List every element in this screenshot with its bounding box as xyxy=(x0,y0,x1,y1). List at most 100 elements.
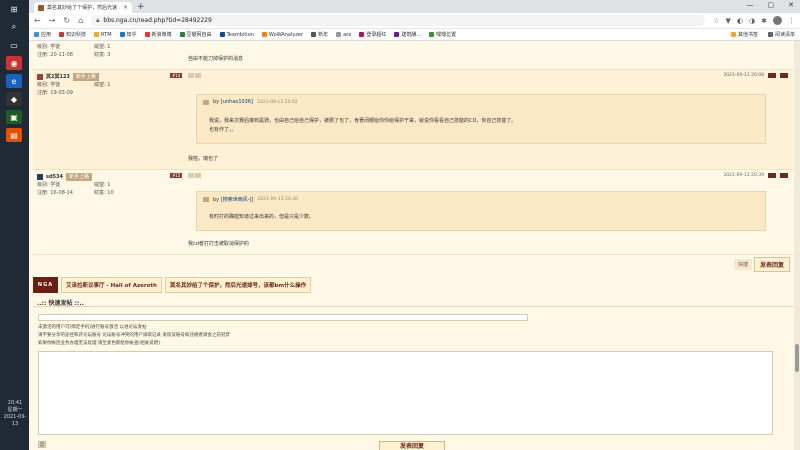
bookmark-icon xyxy=(144,32,150,37)
bookmark-item[interactable]: 登录超红 xyxy=(359,31,386,38)
quote-time: 2021-09-13 20:02 xyxy=(257,99,298,105)
bookmark-item[interactable]: WoWAnalyzer xyxy=(261,32,303,38)
browser-tab[interactable]: 莫名其妙给了个保护，然后光速 × xyxy=(34,2,132,13)
taskbar-clock[interactable]: 20:41 星期一 2021-09-13 xyxy=(2,400,28,428)
bookmark-item[interactable]: ass xyxy=(336,32,351,38)
subject-input[interactable] xyxy=(38,314,528,321)
thread-post: 冥2冥123 新手上路 级别: 学徒 威望: 1 注册: 19-03-09 #14… xyxy=(33,70,793,170)
bookmark-icon xyxy=(311,32,317,37)
quick-reply-hint[interactable]: 快捷 xyxy=(733,259,752,270)
post-date: 2021-09-13 20:08 xyxy=(723,73,788,78)
page-scrollbar[interactable] xyxy=(794,41,800,450)
home-icon[interactable]: ⌂ xyxy=(78,16,83,25)
tab-bar: 莫名其妙给了个保护，然后光速 × + — ▢ ✕ xyxy=(29,0,800,13)
nga-logo[interactable]: NGA xyxy=(33,277,58,293)
profile-avatar[interactable] xyxy=(773,16,782,25)
new-tab-icon[interactable]: + xyxy=(137,2,145,12)
user-level: 学徒 xyxy=(50,82,61,88)
quote-username[interactable]: 搜索世西风-] xyxy=(223,197,252,203)
clock-date: 2021-09-13 xyxy=(3,414,27,427)
emoji-icon[interactable]: ☺ xyxy=(38,441,46,448)
user-level: 学徒 xyxy=(50,44,61,50)
extension-icon[interactable]: ◑ xyxy=(749,17,755,25)
breadcrumb-thread[interactable]: 莫名其妙给了个保护，然后光速掉号，该都bm什么操作 xyxy=(164,277,312,293)
post-reply-button[interactable]: 发表回复 xyxy=(753,257,790,272)
bookmark-item[interactable]: 建筑酬... xyxy=(394,31,421,38)
quote-time: 2021-09-13 20:30 xyxy=(257,197,298,202)
star-icon[interactable]: ☆ xyxy=(713,17,719,25)
bookmark-item[interactable]: RTM xyxy=(94,32,112,38)
bookmark-icon xyxy=(261,32,267,37)
quote-button[interactable] xyxy=(188,73,194,78)
bookmark-item[interactable]: 豆瓣网自由 xyxy=(179,31,212,38)
folder-icon[interactable]: ▤ xyxy=(6,128,22,142)
tab-title: 莫名其妙给了个保护，然后光速 xyxy=(47,5,118,11)
bookmark-icon xyxy=(219,32,225,37)
search-icon[interactable]: ⌕ xyxy=(6,20,22,34)
nga-favicon-icon xyxy=(38,4,44,11)
post-menu-button[interactable] xyxy=(780,73,788,78)
reload-icon[interactable]: ↻ xyxy=(63,16,70,25)
task-view-icon[interactable]: ▭ xyxy=(6,38,22,52)
bookmark-item[interactable]: Teambition xyxy=(219,32,254,38)
lock-icon: 🔒︎ xyxy=(96,16,100,24)
chrome-icon[interactable]: ◉ xyxy=(6,56,22,70)
bookmark-icon xyxy=(394,32,400,37)
quote-button[interactable] xyxy=(188,173,194,178)
bookmark-item[interactable]: 知识科技 xyxy=(59,31,86,38)
start-windows-icon[interactable]: ⊞ xyxy=(6,2,22,16)
user-rank: 1 xyxy=(107,44,111,50)
extension-icon[interactable]: ◐ xyxy=(737,17,743,25)
post-content: 自由不能刀掉保护的消息 xyxy=(188,56,244,62)
floor-number[interactable]: #14 xyxy=(170,73,183,78)
reply-button[interactable] xyxy=(195,173,201,178)
quick-post-form: 未激活的用户可[绑定手机]进行账号激活 以进论坛发帖 请不要分享的途径和开论坛账… xyxy=(33,306,798,450)
quote-username[interactable]: unhao1036 xyxy=(223,99,251,105)
windows-taskbar: ⊞ ⌕ ▭ ◉ e ◆ ▣ ▤ 20:41 星期一 2021-09-13 xyxy=(0,0,29,450)
bookmark-item[interactable]: 新浪微博 xyxy=(144,31,172,38)
bookmark-icon xyxy=(59,32,65,37)
menu-icon[interactable]: ⋮ xyxy=(788,17,795,25)
quote-block: by [unhao1036] 2021-09-13 20:02 我说，我来次赛后… xyxy=(196,94,766,144)
bookmark-item[interactable]: 应用 xyxy=(34,31,51,38)
post-menu-button[interactable] xyxy=(780,173,788,178)
post-content: 我cd者打打击被取消保护的 xyxy=(188,241,249,247)
post-menu-button[interactable] xyxy=(768,173,776,178)
quote-block: by [搜索世西风-]] 2021-09-13 20:30 有时打的确能知道过来… xyxy=(196,191,766,231)
forward-icon[interactable]: → xyxy=(49,16,56,25)
address-bar[interactable]: 🔒︎ bbs.nga.cn/read.php?tid=28492229 xyxy=(91,15,706,26)
window-close-icon[interactable]: ✕ xyxy=(788,1,794,9)
user-register-date: 20-11-08 xyxy=(50,52,73,58)
breadcrumb-forum[interactable]: 艾泽拉斯议事厅 - Hall of Azeroth xyxy=(61,277,162,293)
edge-icon[interactable]: e xyxy=(6,74,22,88)
floor-number[interactable]: #15 xyxy=(170,173,183,178)
other-bookmarks[interactable]: 其他书签 xyxy=(730,31,758,38)
username[interactable]: sd534 xyxy=(46,173,63,181)
username[interactable]: 冥2冥123 xyxy=(46,73,70,81)
post-menu-button[interactable] xyxy=(768,73,776,78)
user-avatar xyxy=(37,74,43,80)
bookmark-item[interactable]: 嘿嘿位置 xyxy=(429,31,456,38)
puzzle-icon[interactable]: ✱ xyxy=(761,17,767,25)
back-icon[interactable]: ← xyxy=(34,16,41,25)
user-avatar xyxy=(37,174,43,180)
maximize-icon[interactable]: ▢ xyxy=(768,1,775,9)
reading-list[interactable]: 阅读清单 xyxy=(767,31,795,38)
bookmark-icon xyxy=(119,32,125,37)
app-icon[interactable]: ▣ xyxy=(6,110,22,124)
post-body-textarea[interactable] xyxy=(38,351,773,435)
game-icon[interactable]: ◆ xyxy=(6,92,22,106)
browser-toolbar: ← → ↻ ⌂ 🔒︎ bbs.nga.cn/read.php?tid=28492… xyxy=(29,13,800,29)
submit-reply-button[interactable]: 发表回复(Ctrl+Enter) xyxy=(379,441,445,450)
bookmark-item[interactable]: 知乎 xyxy=(119,31,137,38)
extension-icons: ☆ ▼ ◐ ◑ ✱ ⋮ xyxy=(713,16,795,25)
scrollbar-thumb[interactable] xyxy=(795,344,799,372)
user-register-date: 19-03-09 xyxy=(50,90,73,96)
extension-icon[interactable]: ▼ xyxy=(726,17,731,25)
user-rank: 1 xyxy=(107,82,111,88)
bookmark-item[interactable]: 新年 xyxy=(311,31,328,38)
post-actions xyxy=(188,173,201,178)
minimize-icon[interactable]: — xyxy=(747,1,754,9)
reply-button[interactable] xyxy=(195,73,201,78)
close-icon[interactable]: × xyxy=(123,4,128,11)
